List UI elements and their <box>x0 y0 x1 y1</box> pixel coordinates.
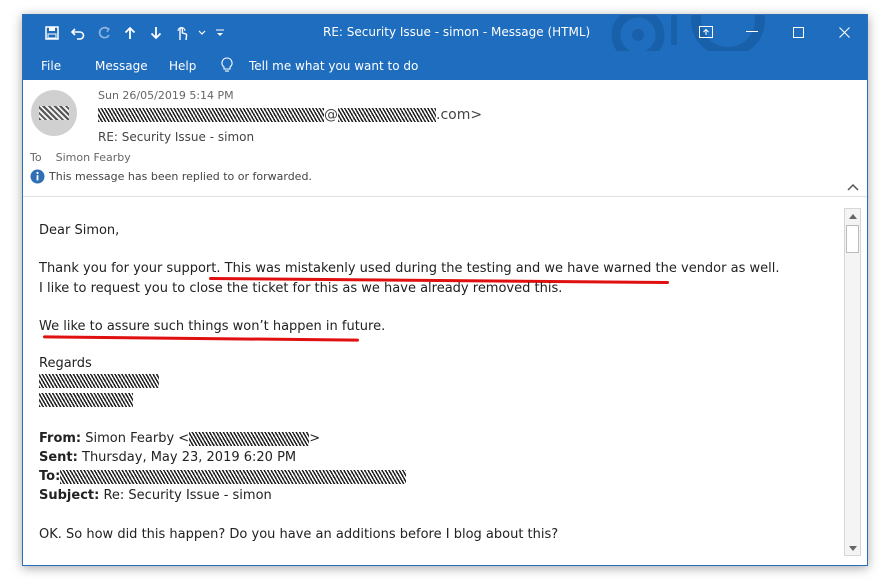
redacted-sender-name <box>98 108 324 122</box>
window-controls <box>683 15 867 49</box>
sender-address[interactable]: @ .com> <box>98 107 482 123</box>
title-bar: RE: Security Issue - simon - Message (HT… <box>23 15 867 62</box>
scroll-up-icon[interactable] <box>845 209 860 223</box>
ribbon-display-options-icon[interactable] <box>683 15 729 49</box>
minimize-icon[interactable] <box>729 15 775 49</box>
paragraph-1: Thank you for your support. This was mis… <box>39 261 779 276</box>
sender-at: @ <box>324 107 338 123</box>
paragraph-1-start: Thank you for your support. <box>39 261 225 276</box>
chevron-down-icon[interactable] <box>197 23 207 43</box>
to-label: To <box>30 151 42 164</box>
info-icon <box>30 169 45 184</box>
quoted-sent: Sent: Thursday, May 23, 2019 6:20 PM <box>39 450 296 465</box>
subject-value: Re: Security Issue - simon <box>103 488 272 503</box>
redacted-to-email <box>60 469 407 484</box>
scrollbar-thumb[interactable] <box>846 225 859 253</box>
message-body: Dear Simon, Thank you for your support. … <box>23 197 843 565</box>
window-title: RE: Security Issue - simon - Message (HT… <box>323 25 591 39</box>
greeting: Dear Simon, <box>39 223 120 238</box>
scroll-down-icon[interactable] <box>845 541 860 555</box>
sent-value: Thursday, May 23, 2019 6:20 PM <box>82 450 297 465</box>
tab-file[interactable]: File <box>41 59 61 73</box>
reply-info-text: This message has been replied to or forw… <box>49 170 312 183</box>
message-date: Sun 26/05/2019 5:14 PM <box>98 89 234 102</box>
regards: Regards <box>39 356 92 371</box>
redacted-signature-name <box>39 373 159 388</box>
close-icon[interactable] <box>821 15 867 49</box>
redacted-sender-domain <box>338 108 436 122</box>
message-window: RE: Security Issue - simon - Message (HT… <box>22 14 868 566</box>
ribbon-tabs: File Message Help Tell me what you want … <box>23 51 867 80</box>
quick-access-toolbar <box>41 23 229 43</box>
paragraph-1-end: as well. <box>726 261 780 276</box>
save-icon[interactable] <box>41 23 63 43</box>
recipient-line: To Simon Fearby <box>30 151 131 164</box>
paragraph-3: We like to assure such things won’t happ… <box>39 319 386 334</box>
from-value: Simon Fearby < <box>85 431 190 446</box>
lightbulb-icon <box>221 57 233 76</box>
quoted-to: To: <box>39 469 407 484</box>
avatar <box>31 90 77 136</box>
to-label-quoted: To: <box>39 469 61 484</box>
quoted-subject: Subject: Re: Security Issue - simon <box>39 488 272 503</box>
vertical-scrollbar[interactable] <box>844 208 861 556</box>
redacted-from-email <box>189 431 310 446</box>
touch-mode-icon[interactable] <box>171 23 193 43</box>
sent-label: Sent: <box>39 450 78 465</box>
message-header: Sun 26/05/2019 5:14 PM @ .com> RE: Securi… <box>23 80 867 198</box>
tab-help[interactable]: Help <box>169 59 196 73</box>
reply-info-bar: This message has been replied to or forw… <box>30 169 312 184</box>
to-name[interactable]: Simon Fearby <box>56 151 131 164</box>
maximize-icon[interactable] <box>775 15 821 49</box>
tell-me-search[interactable]: Tell me what you want to do <box>249 59 418 73</box>
customize-toolbar-icon[interactable] <box>211 23 229 43</box>
red-underline-2 <box>42 335 360 342</box>
paragraph-2: I like to request you to close the ticke… <box>39 281 563 296</box>
quoted-message: OK. So how did this happen? Do you have … <box>39 527 559 542</box>
from-label: From: <box>39 431 82 446</box>
message-subject: RE: Security Issue - simon <box>98 130 255 144</box>
sender-suffix: .com> <box>436 107 483 123</box>
redacted-signature-title <box>39 392 133 407</box>
collapse-header-icon[interactable] <box>847 176 859 195</box>
highlighted-sentence: This was mistakenly used during the test… <box>224 261 727 276</box>
undo-icon[interactable] <box>67 23 89 43</box>
redo-icon[interactable] <box>93 23 115 43</box>
previous-item-icon[interactable] <box>119 23 141 43</box>
subject-label: Subject: <box>39 488 100 503</box>
next-item-icon[interactable] <box>145 23 167 43</box>
tab-message[interactable]: Message <box>95 59 148 73</box>
quoted-from: From: Simon Fearby < > <box>39 431 320 446</box>
from-close: > <box>309 431 321 446</box>
